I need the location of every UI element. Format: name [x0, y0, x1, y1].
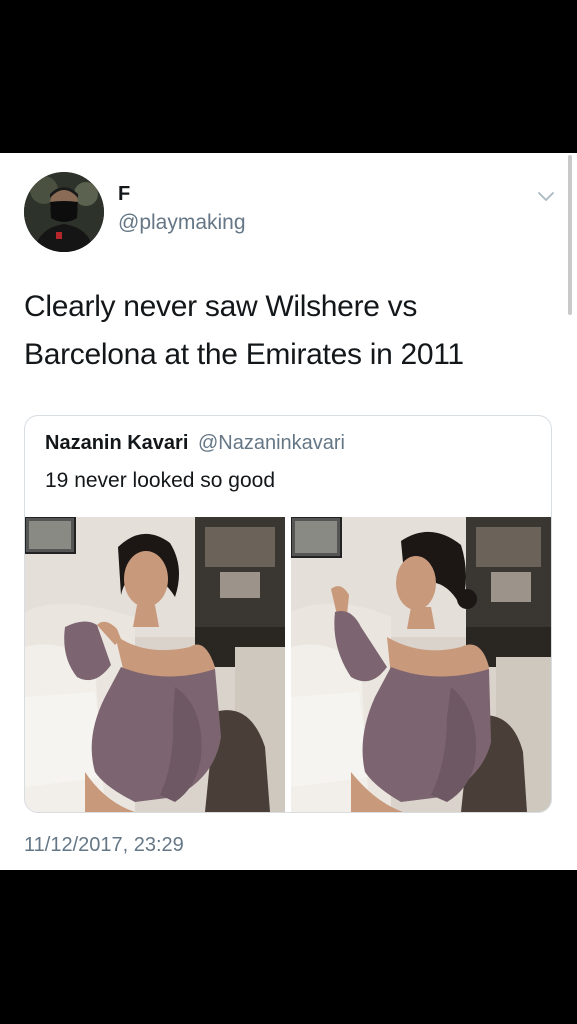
photo-woman-on-sofa-image: [25, 517, 285, 812]
avatar[interactable]: [24, 172, 104, 252]
author-handle[interactable]: @playmaking: [118, 211, 246, 235]
quoted-tweet-header: Nazanin Kavari @Nazaninkavari: [45, 432, 345, 455]
photo-woman-on-sofa-image: [291, 517, 551, 812]
author-display-name[interactable]: F: [118, 183, 130, 206]
quoted-author-name[interactable]: Nazanin Kavari: [45, 432, 188, 454]
tweet-timestamp[interactable]: 11/12/2017, 23:29: [24, 834, 184, 857]
quoted-tweet-card[interactable]: Nazanin Kavari @Nazaninkavari 19 never l…: [24, 415, 552, 813]
quoted-tweet-text: 19 never looked so good: [45, 469, 276, 492]
scroll-indicator[interactable]: [568, 155, 572, 315]
quoted-photo-2[interactable]: [291, 517, 551, 812]
quoted-photo-1[interactable]: [25, 517, 285, 812]
avatar-masked-person-icon: [24, 172, 104, 252]
tweet-text: Clearly never saw Wilshere vs Barcelona …: [24, 290, 464, 371]
screenshot-frame: F @playmaking Clearly never saw Wilshere…: [0, 0, 577, 1024]
tweet-card: F @playmaking Clearly never saw Wilshere…: [0, 153, 577, 870]
chevron-down-icon[interactable]: [537, 189, 555, 203]
quoted-author-handle[interactable]: @Nazaninkavari: [198, 432, 345, 454]
